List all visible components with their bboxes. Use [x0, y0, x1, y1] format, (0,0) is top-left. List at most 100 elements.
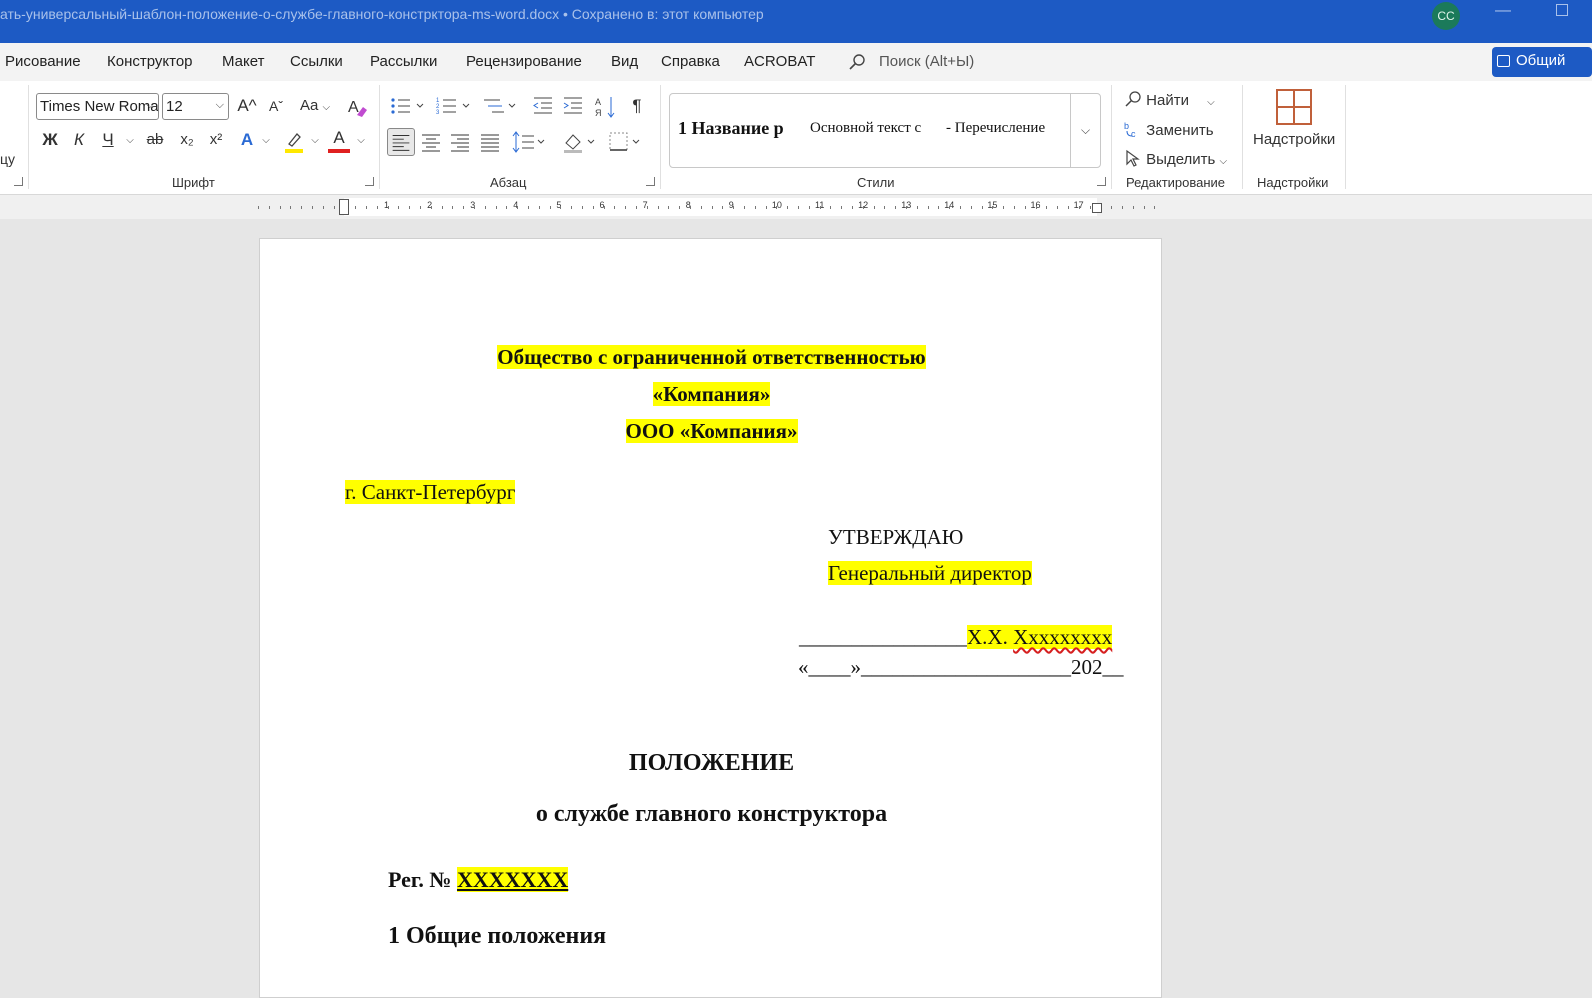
tab-drawing[interactable]: Рисование [5, 53, 81, 70]
tab-references[interactable]: Ссылки [290, 53, 343, 70]
tab-layout[interactable]: Макет [222, 53, 264, 70]
ruler-tick [906, 206, 907, 209]
justify-icon[interactable] [478, 129, 502, 155]
reg-label: Рег. № [388, 867, 458, 892]
ruler-tick [1014, 206, 1015, 209]
chevron-down-icon: ⌵ [1219, 156, 1228, 167]
ruler-tick [301, 206, 302, 209]
select-button[interactable]: Выделить ⌵ [1124, 149, 1227, 168]
paragraph-launcher-icon[interactable] [646, 177, 655, 186]
city: г. Санкт-Петербург [345, 480, 516, 504]
font-launcher-icon[interactable] [365, 177, 374, 186]
strikethrough-button[interactable]: ab [143, 128, 167, 154]
shading-icon[interactable] [562, 129, 598, 155]
shrink-font-button[interactable]: Aˇ [265, 94, 287, 120]
ruler-tick [636, 206, 637, 209]
multilevel-list-icon[interactable] [482, 95, 522, 117]
ruler-tick [1079, 206, 1080, 209]
ruler-tick [258, 206, 259, 209]
style-body-text[interactable]: Основной текст с [810, 120, 921, 137]
maximize-icon[interactable] [1556, 4, 1568, 16]
bullets-icon[interactable] [390, 95, 430, 117]
clipboard-partial-label: цу [0, 151, 16, 167]
align-right-icon[interactable] [448, 129, 472, 155]
tab-review[interactable]: Рецензирование [466, 53, 582, 70]
org-name: Общество с ограниченной ответственностью [497, 345, 926, 369]
style-heading-1[interactable]: 1 Название р [678, 118, 784, 139]
svg-text:b: b [1124, 121, 1129, 131]
superscript-button[interactable]: x² [205, 128, 227, 154]
show-formatting-button[interactable]: ¶ [627, 94, 647, 120]
replace-button[interactable]: bc Заменить [1124, 120, 1214, 139]
document-page[interactable]: Общество с ограниченной ответственностью… [259, 238, 1162, 998]
org-name-line: Общество с ограниченной ответственностью [260, 345, 1163, 370]
italic-button[interactable]: К [68, 128, 90, 154]
subscript-button[interactable]: x₂ [176, 128, 198, 154]
chevron-down-icon: ⌵ [322, 102, 331, 113]
left-indent-marker[interactable] [339, 199, 349, 215]
search-input[interactable]: Поиск (Alt+Ы) [879, 53, 974, 70]
highlighter-icon[interactable] [283, 130, 305, 154]
clipboard-launcher-icon[interactable] [14, 177, 23, 186]
addins-icon[interactable] [1276, 89, 1312, 125]
ruler-tick [1025, 206, 1026, 209]
chevron-down-icon[interactable]: ⌵ [355, 129, 367, 155]
align-center-icon[interactable] [419, 129, 443, 155]
font-name-combo[interactable]: Times New Roman ⌵ [36, 93, 159, 120]
tab-view[interactable]: Вид [611, 53, 638, 70]
tab-design[interactable]: Конструктор [107, 53, 193, 70]
decrease-indent-icon[interactable] [532, 95, 554, 117]
director-line: Генеральный директор [828, 561, 1032, 586]
clear-formatting-icon[interactable]: A [346, 95, 368, 119]
sort-icon[interactable]: AЯ [595, 95, 617, 119]
reg-number-line: Рег. № ХХХХХХХ [388, 867, 569, 893]
find-button[interactable]: Найти ⌵ [1124, 90, 1215, 109]
line-spacing-icon[interactable] [512, 129, 548, 155]
grow-font-button[interactable]: A^ [236, 94, 258, 120]
text-effects-button[interactable]: A [236, 128, 258, 154]
ruler-tick [744, 206, 745, 209]
chevron-down-icon[interactable]: ⌵ [309, 129, 321, 155]
change-case-button[interactable]: Aa ⌵ [297, 94, 333, 120]
ruler-tick [474, 206, 475, 209]
chevron-down-icon[interactable]: ⌵ [124, 129, 136, 155]
increase-indent-icon[interactable] [562, 95, 584, 117]
org-short-name: ООО «Компания» [625, 419, 798, 443]
search-icon[interactable] [848, 53, 866, 71]
ruler-tick [809, 206, 810, 209]
font-size-combo[interactable]: 12 ⌵ [162, 93, 229, 120]
separator [1242, 85, 1243, 189]
find-label: Найти [1146, 92, 1189, 109]
numbering-icon[interactable]: 123 [436, 95, 476, 117]
city-line: г. Санкт-Петербург [345, 480, 516, 505]
tab-help[interactable]: Справка [661, 53, 720, 70]
share-button[interactable]: Общий [1492, 47, 1592, 77]
chevron-down-icon[interactable]: ⌵ [260, 129, 272, 155]
ruler-tick [625, 206, 626, 209]
svg-text:A: A [595, 97, 601, 107]
style-list[interactable]: - Перечисление [946, 120, 1045, 137]
minimize-icon[interactable]: — [1495, 2, 1511, 20]
align-left-icon[interactable] [387, 128, 415, 156]
styles-launcher-icon[interactable] [1097, 177, 1106, 186]
title-bar: ать-универсальный-шаблон-положение-о-слу… [0, 0, 1592, 43]
font-color-button[interactable]: A [328, 127, 350, 153]
tab-acrobat[interactable]: ACROBAT [744, 53, 815, 70]
ruler-tick [1090, 206, 1091, 209]
menu-bar: Рисование Конструктор Макет Ссылки Рассы… [0, 43, 1592, 81]
horizontal-ruler[interactable]: 1 2 3 4 5 6 7 8 9 10 11 12 13 14 15 16 17 [0, 195, 1592, 219]
font-size-value: 12 [166, 98, 183, 115]
borders-icon[interactable] [607, 129, 643, 155]
tab-mailings[interactable]: Рассылки [370, 53, 437, 70]
ruler-tick [679, 206, 680, 209]
bold-button[interactable]: Ж [38, 128, 62, 154]
font-group-label: Шрифт [172, 175, 215, 190]
addins-button[interactable]: Надстройки [1253, 131, 1335, 148]
separator [1111, 85, 1112, 189]
right-indent-marker[interactable] [1092, 203, 1102, 213]
chevron-down-icon: ⌵ [145, 99, 154, 111]
ruler-tick [1111, 206, 1112, 209]
styles-more-icon[interactable]: ⌵ [1070, 94, 1100, 167]
underline-button[interactable]: Ч [97, 128, 119, 154]
user-avatar[interactable]: CC [1432, 2, 1460, 30]
